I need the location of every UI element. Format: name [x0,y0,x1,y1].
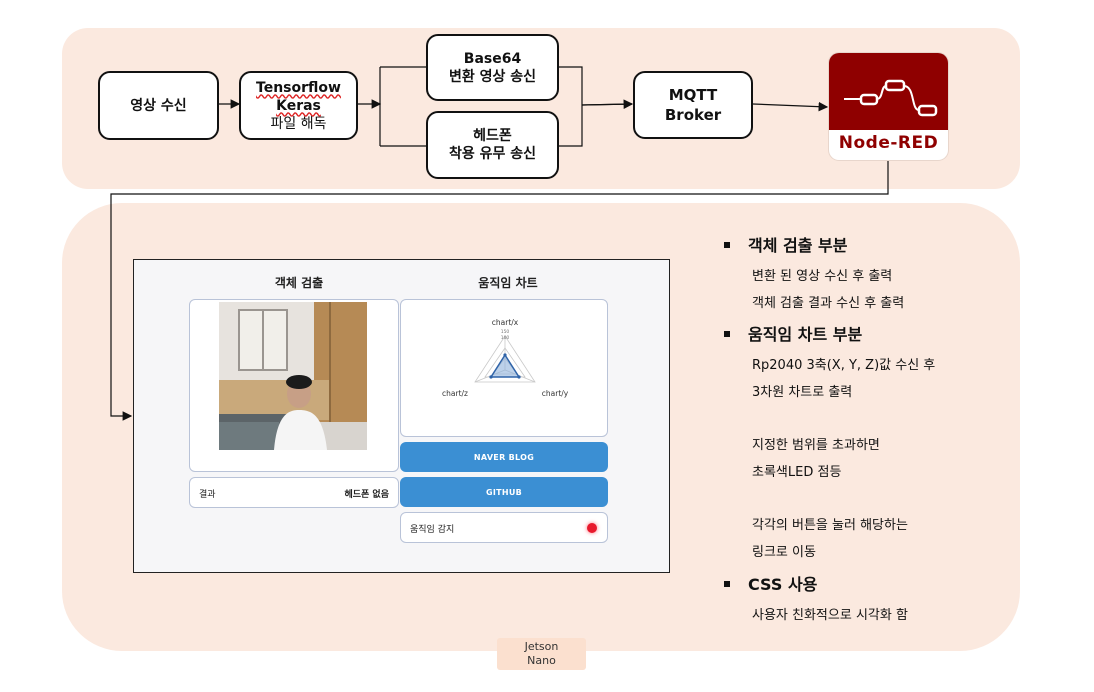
bullet-square-icon [724,330,730,337]
radar-axis-z-label: chart/z [442,389,468,398]
jetson-line-2: Nano [527,654,556,667]
bullet-1-line-1: 변환 된 영상 수신 후 출력 [752,269,893,284]
radar-axis-y-label: chart/y [542,389,569,398]
radar-chart-card: chart/x 150 100 chart/y chart/z [400,299,608,437]
headphone-line2: 착용 유무 송신 [448,146,537,162]
camera-card [189,299,399,472]
tf-decode-line2: Keras [276,97,321,114]
base64-line1: Base64 [463,50,522,67]
bullet-2-line-1: Rp2040 3축(X, Y, Z)값 수신 후 [752,358,936,373]
node-red-logo-banner [829,53,948,130]
node-red-logo: Node-RED [829,53,948,160]
bullet-1-title: 객체 검출 부분 [724,232,847,256]
bullet-3-title: CSS 사용 [724,571,817,595]
headphone-line1: 헤드폰 [473,128,512,144]
bullet-3-line-1: 사용자 친화적으로 시각화 함 [752,608,908,623]
motion-indicator-led [587,523,597,533]
tf-decode-line1: Tensorflow [256,79,341,96]
base64-line2: 변환 영상 송신 [448,68,537,85]
tf-decode-box: Tensorflow Keras 파일 해독 [239,71,358,140]
headphone-box: 헤드폰 착용 유무 송신 [426,111,559,179]
bullet-2-line-4: 초록색LED 점등 [752,465,842,480]
bullet-3-title-text: CSS 사용 [748,575,818,594]
camera-feed-image [219,302,367,450]
receive-video-label: 영상 수신 [130,97,187,114]
jetson-line-1: Jetson [524,640,559,653]
result-card: 결과 헤드폰 없음 [189,477,399,508]
node-red-label: Node-RED [838,133,939,153]
bullet-square-icon [724,241,730,248]
tf-decode-line3: 파일 해독 [270,115,327,132]
result-label: 결과 [199,490,216,500]
mqtt-line1: MQTT [668,86,718,104]
bullet-square-icon [724,580,730,587]
bullet-1-line-2: 객체 검출 결과 수신 후 출력 [752,296,905,311]
split-lines [379,66,426,147]
naver-blog-button[interactable]: NAVER BLOG [400,442,608,472]
bullet-2-title: 움직임 차트 부분 [724,321,862,345]
bullet-2-line-2: 3차원 차트로 출력 [752,385,853,400]
github-button[interactable]: GITHUB [400,477,608,507]
bullet-2-line-5: 각각의 버튼을 눌러 해당하는 [752,518,908,533]
object-detection-title: 객체 검출 [274,276,324,290]
motion-chart-title: 움직임 차트 [478,276,538,290]
jetson-nano-label: Jetson Nano [497,638,586,670]
node-red-flow-icon [844,79,938,117]
base64-box: Base64 변환 영상 송신 [426,34,559,101]
motion-detect-card: 움직임 감지 [400,512,608,543]
bullet-2-line-6: 링크로 이동 [752,545,816,560]
arrow-mqtt-to-nodered [752,101,829,112]
bullet-1-title-text: 객체 검출 부분 [748,236,848,255]
mqtt-line2: Broker [664,106,722,124]
radar-tick-mid: 100 [501,335,510,341]
radar-tick-top: 150 [501,329,510,335]
receive-video-box: 영상 수신 [98,71,219,140]
radar-axis-x-label: chart/x [492,318,519,327]
merge-lines [559,66,633,147]
radar-chart: chart/x 150 100 chart/y chart/z [442,318,569,398]
dashboard-preview: 객체 검출 움직임 차트 chart/x 150 100 chart/y cha… [133,259,670,573]
motion-detect-label: 움직임 감지 [410,525,455,535]
bullet-2-line-3: 지정한 범위를 초과하면 [752,438,880,453]
mqtt-broker-box: MQTT Broker [633,71,753,139]
result-value: 헤드폰 없음 [344,490,389,500]
arrow-merge-to-mqtt [581,99,634,109]
bullet-2-title-text: 움직임 차트 부분 [748,325,863,344]
